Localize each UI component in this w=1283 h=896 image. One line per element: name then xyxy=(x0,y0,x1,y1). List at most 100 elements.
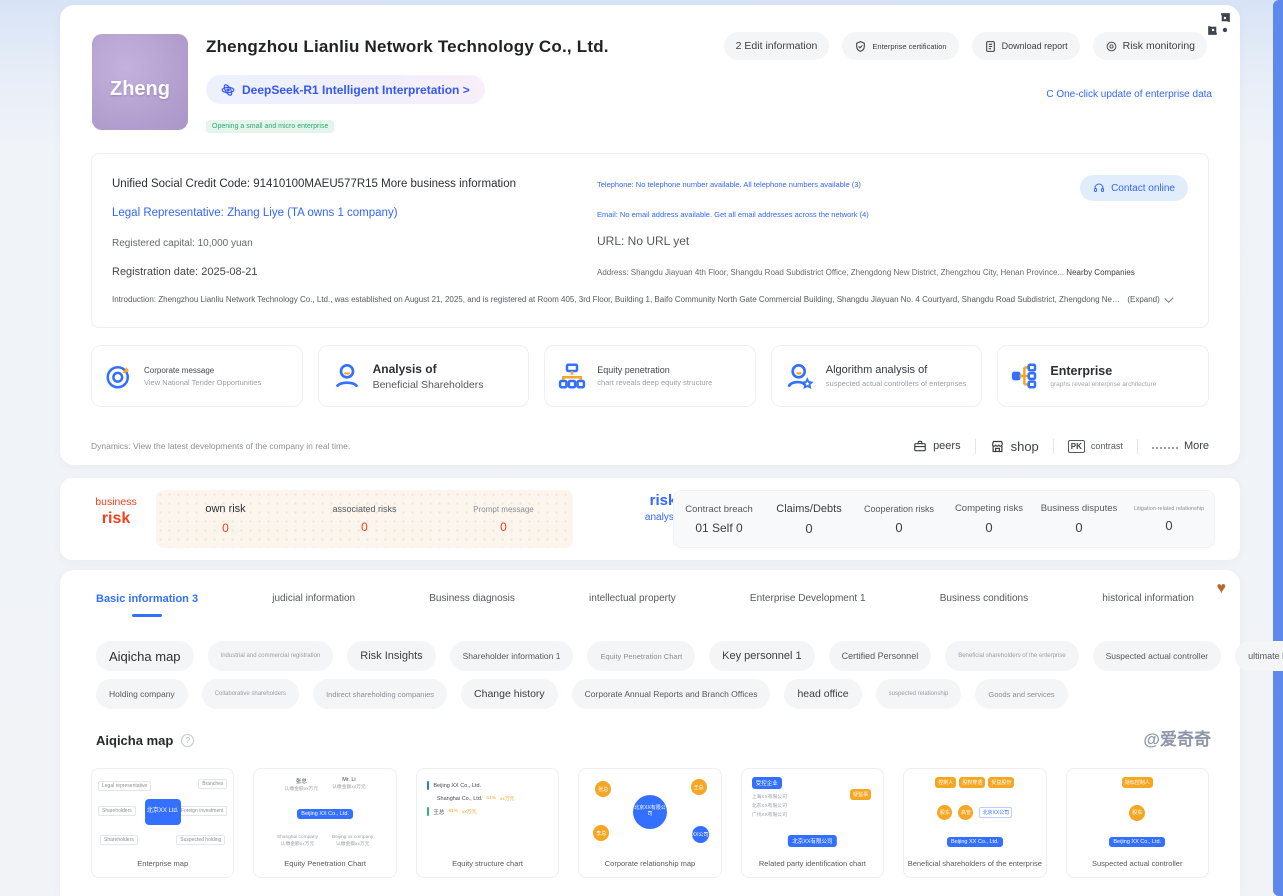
corporate-relationship-map-card[interactable]: 张总 王总 李总 XX公司 北京XX有限公司 Corporate relatio… xyxy=(578,768,721,878)
peers-link[interactable]: peers xyxy=(913,439,961,453)
enterprise-map-card[interactable]: Legal representative Branches Shareholde… xyxy=(91,768,234,878)
chip-annual-reports-branch-offices[interactable]: Corporate Annual Reports and Branch Offi… xyxy=(572,679,771,709)
map-card-caption: Equity Penetration Chart xyxy=(254,859,395,868)
more-link[interactable]: More xyxy=(1152,440,1209,452)
email-link[interactable]: Email: No email address available. Get a… xyxy=(597,210,869,219)
feature-cards-row: Corporate messageView National Tender Op… xyxy=(91,345,1209,407)
chevron-down-icon[interactable] xyxy=(1164,293,1173,302)
feature-title: Enterprise xyxy=(1050,364,1156,378)
actual-controller-analysis-card[interactable]: Algorithm analysis ofsuspected actual co… xyxy=(771,345,983,407)
equity-penetration-chart-card[interactable]: 张总认缴金额xx万元 Mr. Li认缴金额xx万元 Beijing XX Co.… xyxy=(253,768,396,878)
chip-suspected-actual-controller[interactable]: Suspected actual controller xyxy=(1093,641,1222,671)
cooperation-risks-stat[interactable]: Cooperation risks 0 xyxy=(854,504,944,535)
contact-online-button[interactable]: Contact online xyxy=(1080,175,1188,201)
peers-label: peers xyxy=(933,440,961,452)
chip-head-office[interactable]: head office xyxy=(784,679,861,709)
prompt-message-stat[interactable]: Prompt message 0 xyxy=(434,505,573,534)
chip-key-personnel[interactable]: Key personnel 1 xyxy=(709,641,815,671)
chip-holding-company[interactable]: Holding company xyxy=(96,679,188,709)
chip-shareholder-information[interactable]: Shareholder information 1 xyxy=(450,641,574,671)
thumb-node: 张总 xyxy=(285,777,319,785)
thumb-tag: 股权穿透 xyxy=(959,777,985,788)
chip-beneficial-shareholders[interactable]: Beneficial shareholders of the enterpris… xyxy=(945,641,1078,671)
associated-risks-stat[interactable]: associated risks 0 xyxy=(295,504,434,534)
related-party-identification-card[interactable]: 受控企业 上海XX有限公司 北京XX有限公司 广州XX有限公司 疑监事 北京XX… xyxy=(741,768,884,878)
tab-business-diagnosis[interactable]: Business diagnosis xyxy=(423,593,521,605)
contrast-link[interactable]: PK contrast xyxy=(1068,440,1123,453)
thumb-center-node: Beijing XX Co., Ltd. xyxy=(297,809,353,819)
shop-label: shop xyxy=(1011,439,1039,454)
chip-risk-insights[interactable]: Risk Insights xyxy=(347,641,435,671)
suspected-actual-controller-card[interactable]: 疑似控制人 股东 Beijing XX Co., Ltd. Suspected … xyxy=(1066,768,1209,878)
thumb-node: Shanghai Co., Ltd. xyxy=(437,796,483,802)
help-icon[interactable]: ? xyxy=(181,734,194,747)
thumb-percent: 61% xyxy=(486,796,496,801)
chip-equity-penetration-chart[interactable]: Equity Penetration Chart xyxy=(587,641,695,671)
tab-intellectual-property[interactable]: intellectual property xyxy=(583,593,682,605)
url-text: URL: No URL yet xyxy=(597,234,689,248)
thumb-node: Suspected holding xyxy=(176,835,225,845)
thumb-amount: xx万元 xyxy=(500,795,514,802)
feature-title: Algorithm analysis of xyxy=(826,364,967,376)
tab-judicial-information[interactable]: judicial information xyxy=(266,593,361,605)
litigation-relationship-stat[interactable]: Litigation-related relationship 0 xyxy=(1124,506,1214,533)
chip-aiqicha-map[interactable]: Aiqicha map xyxy=(96,641,194,671)
map-thumbnail-cards: Legal representative Branches Shareholde… xyxy=(91,768,1209,878)
chip-ultimate-beneficiary[interactable]: ultimate beneficiary 1 xyxy=(1235,641,1283,671)
enterprise-graph-card[interactable]: Enterprise graphs reveal enterprise archi… xyxy=(997,345,1209,407)
more-business-information-link[interactable]: More business information xyxy=(381,178,516,190)
corporate-message-card[interactable]: Corporate messageView National Tender Op… xyxy=(91,345,303,407)
claims-debts-stat[interactable]: Claims/Debts 0 xyxy=(764,503,854,536)
thumb-bottom-node: 北京XX有限公司 xyxy=(788,835,836,847)
litigation-relationship-label: Litigation-related relationship xyxy=(1124,506,1214,512)
feature-subtitle: graphs reveal enterprise architecture xyxy=(1050,381,1156,388)
expand-link[interactable]: (Expand) xyxy=(1127,295,1159,304)
thumb-node: Shareholders xyxy=(98,806,136,816)
equity-structure-chart-card[interactable]: Beijing XX Co., Ltd. Shanghai Co., Ltd.6… xyxy=(416,768,559,878)
introduction-row: Introduction: Zhengzhou Lianliu Network … xyxy=(112,295,1172,304)
thumb-sub: 认缴金额xx万元 xyxy=(277,840,318,847)
chip-indirect-shareholding-companies[interactable]: Indirect shareholding companies xyxy=(313,679,447,709)
nearby-companies-link[interactable]: Nearby Companies xyxy=(1066,268,1134,277)
tab-basic-information[interactable]: Basic information 3 xyxy=(90,593,204,605)
company-logo: Zheng xyxy=(92,34,188,130)
telephone-link[interactable]: Telephone: No telephone number available… xyxy=(597,180,861,189)
one-click-update-link[interactable]: C One-click update of enterprise data xyxy=(1046,89,1212,100)
deepseek-interpretation-button[interactable]: DeepSeek-R1 Intelligent Interpretation > xyxy=(206,75,485,104)
shop-link[interactable]: shop xyxy=(990,439,1039,454)
competing-risks-stat[interactable]: Competing risks 0 xyxy=(944,503,1034,535)
feature-title: Corporate message xyxy=(144,366,261,375)
chip-suspected-relationship[interactable]: suspected relationship xyxy=(876,679,962,709)
tab-historical-information[interactable]: historical information xyxy=(1096,593,1200,605)
scrollbar[interactable] xyxy=(1273,0,1283,896)
tab-enterprise-development[interactable]: Enterprise Development 1 xyxy=(744,593,872,605)
own-risk-stat[interactable]: own risk 0 xyxy=(156,503,295,535)
legal-representative-link[interactable]: Legal Representative: Zhang Liye (TA own… xyxy=(112,207,398,219)
business-risk-line2: risk xyxy=(80,510,152,528)
litigation-relationship-value: 0 xyxy=(1124,518,1214,533)
person-icon xyxy=(331,360,363,392)
beneficial-shareholders-card[interactable]: Analysis ofBeneficial Shareholders xyxy=(318,345,530,407)
edit-information-button[interactable]: 2 Edit information xyxy=(724,32,830,60)
headset-icon xyxy=(1093,182,1105,194)
chip-goods-and-services[interactable]: Goods and services xyxy=(975,679,1067,709)
company-name: Zhengzhou Lianliu Network Technology Co.… xyxy=(206,37,609,57)
download-report-button[interactable]: Download report xyxy=(972,32,1080,60)
thumb-center-node: 北京XX有限公司 xyxy=(633,795,667,829)
beneficial-shareholders-card[interactable]: 控制人 股权穿透 受益股份 股东 高管 北京XX公司 Beijing XX Co… xyxy=(903,768,1046,878)
chip-certified-personnel[interactable]: Certified Personnel xyxy=(829,641,932,671)
risk-monitoring-button[interactable]: Risk monitoring xyxy=(1093,32,1207,60)
business-disputes-stat[interactable]: Business disputes 0 xyxy=(1034,503,1124,535)
contract-breach-stat[interactable]: Contract breach 01 Self 0 xyxy=(674,504,764,535)
thumb-bottom-node: Beijing XX Co., Ltd. xyxy=(947,837,1003,847)
chip-collaborative-shareholders[interactable]: Collaborative shareholders xyxy=(202,679,299,709)
feature-title: Equity penetration xyxy=(597,365,712,375)
tab-business-conditions[interactable]: Business conditions xyxy=(934,593,1034,605)
favorite-heart-icon[interactable]: ♥ xyxy=(1217,581,1227,597)
qr-code-icon[interactable] xyxy=(1206,11,1232,37)
equity-penetration-card[interactable]: Equity penetrationchart reveals deep equ… xyxy=(544,345,756,407)
chip-change-history[interactable]: Change history xyxy=(461,679,558,709)
chip-industrial-commercial-registration[interactable]: Industrial and commercial registration xyxy=(208,641,334,671)
enterprise-certification-button[interactable]: Enterprise certification xyxy=(842,32,958,60)
enterprise-certification-label: Enterprise certification xyxy=(872,42,946,51)
